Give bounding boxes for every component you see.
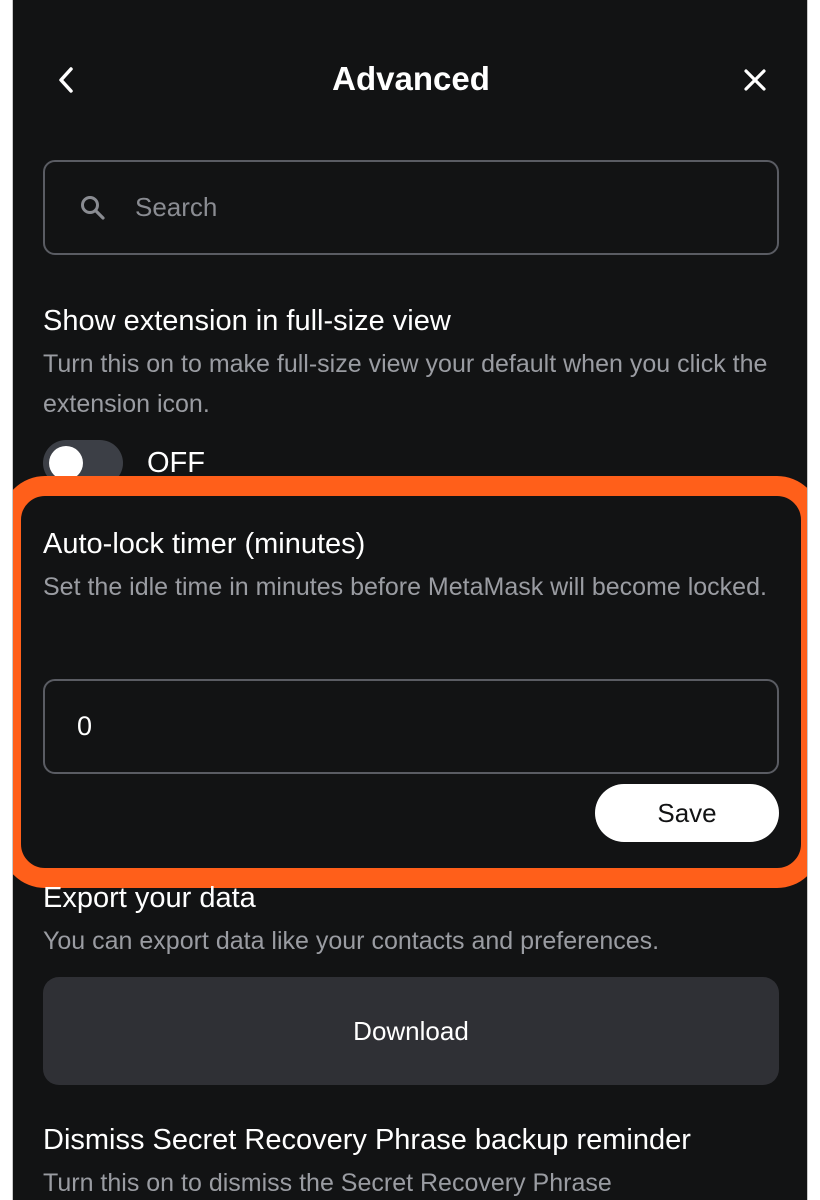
search-box[interactable] bbox=[43, 160, 779, 255]
srp-reminder-description: Turn this on to dismiss the Secret Recov… bbox=[43, 1169, 612, 1197]
close-icon bbox=[744, 69, 766, 91]
srp-reminder-title: Dismiss Secret Recovery Phrase backup re… bbox=[43, 1124, 691, 1156]
advanced-settings-panel: Advanced Show extension in full-size vie… bbox=[12, 0, 808, 1200]
auto-lock-minutes-input[interactable] bbox=[43, 679, 779, 774]
save-button[interactable]: Save bbox=[595, 784, 779, 842]
srp-reminder-section: Dismiss Secret Recovery Phrase backup re… bbox=[43, 1121, 783, 1200]
page-title: Advanced bbox=[332, 60, 490, 97]
download-button[interactable]: Download bbox=[43, 977, 779, 1085]
auto-lock-description: Set the idle time in minutes before Meta… bbox=[43, 573, 767, 601]
search-input[interactable] bbox=[133, 191, 737, 224]
full-size-view-description: Turn this on to make full-size view your… bbox=[43, 350, 768, 418]
auto-lock-section: Auto-lock timer (minutes) Set the idle t… bbox=[43, 525, 783, 607]
close-button[interactable] bbox=[739, 64, 771, 96]
toggle-state-label: OFF bbox=[147, 446, 205, 479]
header: Advanced bbox=[13, 40, 807, 120]
export-data-section: Export your data You can export data lik… bbox=[43, 879, 783, 961]
export-data-title: Export your data bbox=[43, 882, 256, 914]
auto-lock-title: Auto-lock timer (minutes) bbox=[43, 528, 366, 560]
full-size-view-section: Show extension in full-size view Turn th… bbox=[43, 302, 783, 424]
full-size-view-title: Show extension in full-size view bbox=[43, 305, 451, 337]
search-icon bbox=[79, 194, 107, 222]
toggle-knob bbox=[49, 446, 83, 480]
export-data-description: You can export data like your contacts a… bbox=[43, 927, 660, 955]
